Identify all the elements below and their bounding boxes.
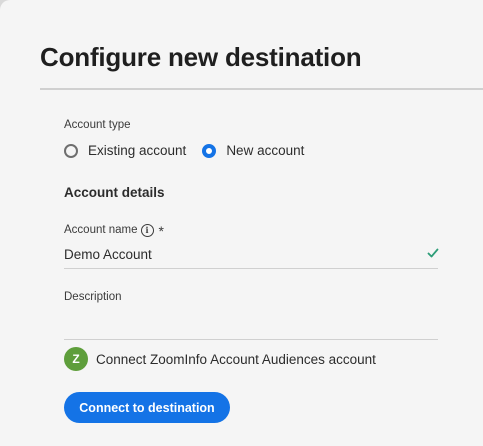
- radio-unchecked-icon[interactable]: [64, 143, 78, 158]
- existing-account-label[interactable]: Existing account: [88, 143, 186, 158]
- connect-account-text: Connect ZoomInfo Account Audiences accou…: [96, 351, 376, 367]
- info-icon[interactable]: i: [140, 223, 154, 237]
- page-title: Configure new destination: [40, 42, 362, 72]
- connect-to-destination-button[interactable]: Connect to destination: [64, 392, 230, 423]
- account-type-label: Account type: [64, 119, 131, 131]
- valid-checkmark-icon: [427, 248, 439, 258]
- account-type-radio-group: Existing account New account: [64, 143, 304, 158]
- new-account-radio[interactable]: New account: [202, 143, 304, 158]
- description-input[interactable]: [64, 311, 438, 340]
- account-name-label-row: Account name i *: [64, 222, 164, 239]
- description-label: Description: [64, 291, 122, 303]
- account-name-input[interactable]: [64, 240, 438, 269]
- new-account-label[interactable]: New account: [226, 143, 304, 158]
- configure-destination-panel: Configure new destination Account type E…: [0, 0, 483, 446]
- required-icon: *: [158, 223, 164, 239]
- zoominfo-logo-icon: Z: [64, 347, 88, 371]
- title-divider: [40, 88, 483, 90]
- account-name-label: Account name: [64, 224, 138, 236]
- existing-account-radio[interactable]: Existing account: [64, 143, 186, 158]
- connect-account-row: Z Connect ZoomInfo Account Audiences acc…: [64, 347, 376, 371]
- radio-checked-icon[interactable]: [202, 143, 217, 158]
- account-details-heading: Account details: [64, 185, 165, 200]
